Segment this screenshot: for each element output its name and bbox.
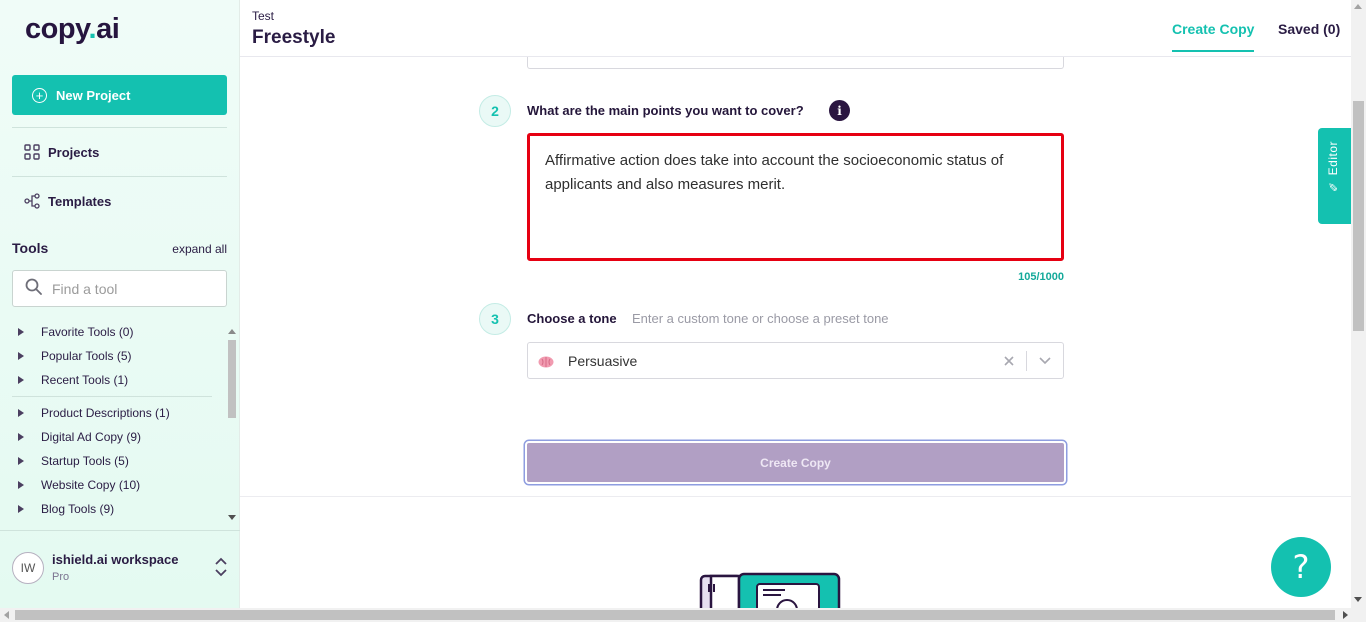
tone-label: Choose a tone [527, 311, 617, 326]
info-icon[interactable]: i [829, 100, 850, 121]
create-copy-button[interactable]: Create Copy [525, 441, 1066, 484]
caret-right-icon [18, 505, 24, 513]
tools-header: Tools expand all [12, 240, 227, 256]
tab-create-copy[interactable]: Create Copy [1172, 21, 1255, 52]
empty-state-illustration [699, 572, 845, 608]
divider [1026, 351, 1027, 371]
sidebar-item-projects[interactable]: Projects [24, 144, 99, 160]
caret-right-icon [18, 352, 24, 360]
tool-list-scroll-down[interactable] [228, 515, 236, 520]
caret-right-icon [18, 433, 24, 441]
horizontal-scrollbar-thumb[interactable] [15, 610, 1335, 620]
caret-right-icon [18, 409, 24, 417]
caret-right-icon [18, 457, 24, 465]
help-button[interactable]: ? [1271, 537, 1331, 597]
tab-saved[interactable]: Saved (0) [1278, 21, 1340, 37]
tone-select[interactable]: Persuasive [527, 342, 1064, 379]
tool-group-popular[interactable]: Popular Tools (5) [12, 349, 132, 363]
editor-tab[interactable]: ✎ Editor [1318, 128, 1351, 224]
chevron-up-down-icon[interactable] [214, 557, 228, 577]
editor-tab-label: Editor [1326, 141, 1340, 176]
workspace-plan: Pro [52, 571, 70, 583]
main-points-label: What are the main points you want to cov… [527, 103, 804, 118]
copyai-logo[interactable]: copy.ai [25, 13, 120, 46]
clear-icon[interactable] [1000, 352, 1018, 370]
tool-group-product-descriptions[interactable]: Product Descriptions (1) [12, 406, 170, 420]
project-name: Test [252, 9, 275, 23]
divider [12, 127, 227, 128]
sidebar: copy.ai + New Project Projects Templates… [0, 0, 240, 608]
share-nodes-icon [24, 193, 40, 209]
find-tool-input[interactable] [52, 280, 212, 297]
search-icon [25, 278, 42, 300]
step-number: 2 [479, 95, 511, 127]
caret-right-icon [18, 481, 24, 489]
step-number: 3 [479, 303, 511, 335]
tone-hint: Enter a custom tone or choose a preset t… [632, 311, 889, 326]
grid-icon [24, 144, 40, 160]
caret-right-icon [18, 328, 24, 336]
character-counter: 105/1000 [1018, 271, 1064, 283]
page-title: Freestyle [252, 27, 336, 48]
divider [12, 396, 212, 397]
tool-list-scrollbar[interactable] [228, 340, 236, 418]
caret-right-icon [18, 376, 24, 384]
divider [12, 176, 227, 177]
tools-title: Tools [12, 240, 49, 256]
brain-icon [538, 355, 554, 367]
expand-all-link[interactable]: expand all [172, 242, 227, 256]
tool-group-recent[interactable]: Recent Tools (1) [12, 373, 128, 387]
tool-group-startup-tools[interactable]: Startup Tools (5) [12, 454, 129, 468]
scroll-right-arrow[interactable] [1343, 611, 1348, 619]
tool-group-favorite[interactable]: Favorite Tools (0) [12, 325, 133, 339]
avatar: IW [12, 552, 44, 584]
workspace-switcher[interactable]: IW ishield.ai workspace Pro [0, 530, 240, 608]
main-content: 2 What are the main points you want to c… [240, 57, 1351, 608]
main-points-textarea[interactable]: Affirmative action does take into accoun… [527, 133, 1064, 261]
scroll-left-arrow[interactable] [4, 611, 9, 619]
find-tool-field[interactable] [12, 270, 227, 307]
tool-group-blog-tools[interactable]: Blog Tools (9) [12, 502, 114, 516]
tool-group-website-copy[interactable]: Website Copy (10) [12, 478, 140, 492]
tool-list-scroll-up[interactable] [228, 329, 236, 334]
tone-selected-value: Persuasive [568, 352, 638, 369]
divider [240, 496, 1351, 497]
pencil-icon: ✎ [1326, 179, 1340, 194]
scroll-down-arrow[interactable] [1354, 597, 1362, 602]
workspace-name: ishield.ai workspace [52, 552, 179, 567]
page-header: Test Freestyle Create Copy Saved (0) [240, 0, 1351, 57]
sidebar-item-templates[interactable]: Templates [24, 193, 111, 209]
page-scrollbar-thumb[interactable] [1353, 101, 1364, 331]
chevron-down-icon[interactable] [1036, 353, 1054, 369]
plus-circle-icon: + [32, 87, 47, 103]
previous-field[interactable] [527, 57, 1064, 69]
scroll-up-arrow[interactable] [1354, 4, 1362, 9]
new-project-button[interactable]: + New Project [12, 75, 227, 115]
tool-group-digital-ad-copy[interactable]: Digital Ad Copy (9) [12, 430, 141, 444]
